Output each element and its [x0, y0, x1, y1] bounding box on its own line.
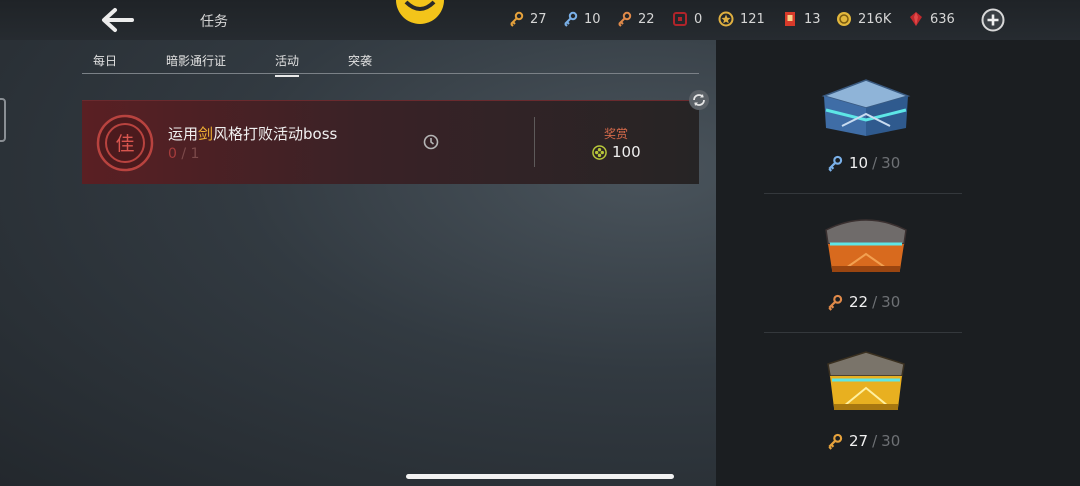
- red-scroll-icon: [785, 12, 795, 26]
- resource-value: 636: [930, 11, 955, 27]
- chest-panel: 10 / 30 22 / 30 27 / 30: [716, 40, 1080, 486]
- key-have: 27: [849, 432, 869, 450]
- key-slash: /: [872, 154, 878, 172]
- star-coin-icon: [718, 11, 734, 27]
- task-name-highlight: 剑: [198, 125, 214, 143]
- resource-red-scroll: 13: [782, 11, 821, 27]
- panel-divider: [764, 193, 962, 194]
- resource-value: 22: [638, 11, 655, 27]
- bronze-key-count: 22 / 30: [826, 293, 946, 311]
- key-need: 30: [881, 432, 901, 450]
- resource-bronze-key: 22: [616, 11, 655, 27]
- faction-emblem-icon: [394, 0, 446, 26]
- resource-gold-coin: 216K: [836, 11, 891, 27]
- reward-amount: 100: [592, 143, 641, 161]
- gold-coin-icon: [837, 12, 851, 26]
- arrow-left-icon: [102, 8, 134, 32]
- top-bar: 任务 27 10 22 0 121 13 216K 636: [0, 0, 1080, 40]
- resource-value: 27: [530, 11, 547, 27]
- task-tabs: 每日 暗影通行证 活动 突袭: [82, 40, 699, 77]
- key-slash: /: [872, 293, 878, 311]
- progress-separator: /: [181, 146, 187, 162]
- gold-key-icon: [510, 11, 524, 27]
- key-have: 10: [849, 154, 869, 172]
- tab-daily[interactable]: 每日: [93, 52, 117, 69]
- task-name-suffix: 风格打败活动boss: [213, 125, 338, 143]
- home-indicator[interactable]: [406, 474, 674, 479]
- card-divider: [534, 117, 535, 167]
- resource-red-ticket: 0: [672, 11, 702, 27]
- bronze-chest-icon: [825, 219, 907, 272]
- key-slash: /: [872, 432, 878, 450]
- resource-red-gem: 636: [908, 11, 955, 27]
- key-need: 30: [881, 293, 901, 311]
- side-drawer-handle[interactable]: [0, 98, 6, 142]
- resource-gold-key: 27: [508, 11, 547, 27]
- refresh-icon: [689, 90, 709, 110]
- task-card[interactable]: 佳 运用剑风格打败活动boss 0 / 1 奖赏 100: [82, 100, 699, 184]
- bronze-chest[interactable]: [816, 210, 916, 280]
- reward-value: 100: [612, 143, 641, 161]
- progress-current: 0: [168, 146, 177, 162]
- resource-blue-key: 10: [562, 11, 601, 27]
- tab-event[interactable]: 活动: [275, 52, 300, 77]
- resource-value: 0: [694, 11, 703, 27]
- svg-text:佳: 佳: [115, 133, 134, 155]
- blue-chest[interactable]: [816, 74, 916, 144]
- task-name: 运用剑风格打败活动boss: [168, 123, 337, 144]
- tab-shadow-pass[interactable]: 暗影通行证: [166, 52, 226, 69]
- gold-chest[interactable]: [816, 346, 916, 416]
- bronze-key-icon: [618, 11, 632, 27]
- blue-chest-icon: [821, 79, 911, 136]
- resource-value: 10: [584, 11, 601, 27]
- blue-key-icon: [564, 11, 578, 27]
- resource-value: 13: [804, 11, 821, 27]
- red-gem-icon: [910, 12, 922, 26]
- clock-icon: [423, 134, 439, 150]
- gold-chest-icon: [827, 351, 905, 410]
- gold-key-icon: [828, 433, 843, 450]
- panel-divider: [764, 332, 962, 333]
- reward-label: 奖赏: [604, 127, 629, 141]
- event-badge-icon: 佳: [96, 114, 154, 172]
- refresh-button[interactable]: [688, 89, 710, 111]
- tab-raid[interactable]: 突袭: [348, 52, 372, 69]
- red-ticket-icon: [673, 12, 687, 26]
- clover-coin-icon: [592, 144, 607, 160]
- add-currency-button[interactable]: [981, 8, 1005, 32]
- blue-key-icon: [828, 155, 843, 172]
- plus-circle-icon: [981, 8, 1005, 32]
- resource-value: 216K: [858, 11, 892, 27]
- back-button[interactable]: [98, 4, 138, 36]
- key-need: 30: [881, 154, 901, 172]
- progress-total: 1: [190, 146, 200, 162]
- resource-value: 121: [740, 11, 765, 27]
- page-title: 任务: [200, 14, 228, 30]
- resource-star-coin: 121: [718, 11, 765, 27]
- blue-key-count: 10 / 30: [826, 154, 946, 172]
- gold-key-count: 27 / 30: [826, 432, 946, 450]
- task-name-prefix: 运用: [168, 125, 199, 143]
- key-have: 22: [849, 293, 869, 311]
- bronze-key-icon: [828, 294, 843, 311]
- task-progress: 0 / 1: [168, 146, 199, 162]
